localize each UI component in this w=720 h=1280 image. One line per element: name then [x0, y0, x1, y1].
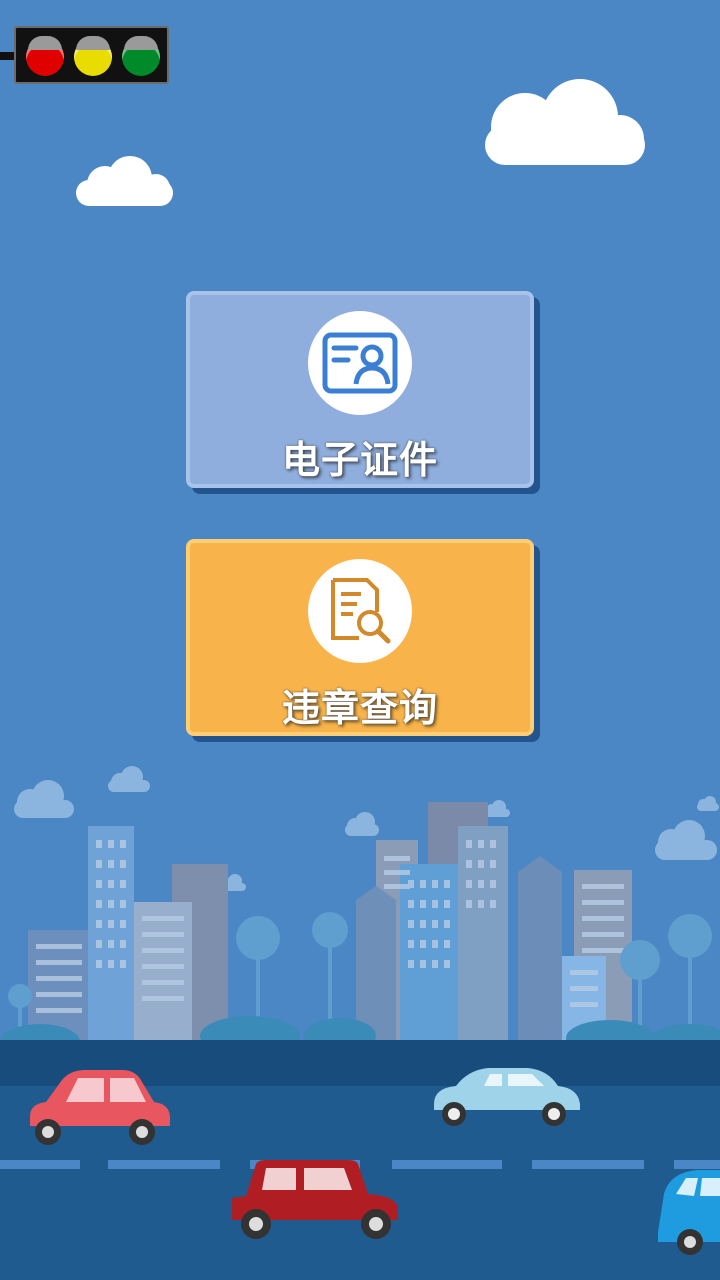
lane-marking — [0, 1160, 80, 1169]
lane-marking — [392, 1160, 502, 1169]
green-light-icon — [122, 36, 160, 76]
icon-circle — [308, 311, 412, 415]
pink-car-icon — [30, 1070, 170, 1145]
light-blue-car-icon — [434, 1068, 580, 1126]
id-card-icon — [322, 332, 398, 394]
electronic-id-label: 电子证件 — [281, 438, 438, 482]
red-light-icon — [26, 36, 64, 76]
red-car-icon — [232, 1160, 398, 1239]
city-skyline — [0, 766, 720, 1050]
document-search-icon — [331, 578, 391, 644]
cloud-icon — [76, 156, 173, 206]
traffic-light — [14, 26, 169, 84]
yellow-light-icon — [74, 36, 112, 76]
blue-car-icon — [658, 1170, 720, 1255]
electronic-id-button[interactable]: 电子证件 — [186, 291, 534, 488]
lane-marking — [108, 1160, 220, 1169]
icon-circle — [308, 559, 412, 663]
cloud-icon — [485, 79, 645, 165]
violation-query-button[interactable]: 违章查询 — [186, 539, 534, 736]
violation-query-label: 违章查询 — [281, 686, 438, 730]
lane-marking — [532, 1160, 644, 1169]
